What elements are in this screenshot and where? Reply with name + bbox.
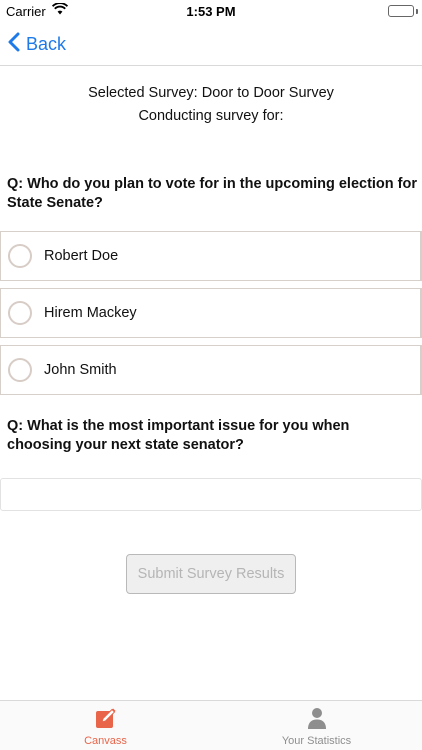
submit-survey-button[interactable]: Submit Survey Results bbox=[126, 554, 296, 594]
question-2-text: Q: What is the most important issue for … bbox=[7, 418, 350, 453]
radio-button-icon[interactable] bbox=[8, 244, 32, 268]
battery-tip bbox=[416, 9, 418, 14]
option-label: John Smith bbox=[44, 362, 117, 378]
status-bar: Carrier 1:53 PM bbox=[0, 0, 422, 22]
answer-option-hirem-mackey[interactable]: Hirem Mackey bbox=[0, 288, 422, 338]
conducting-for-label: Conducting survey for: bbox=[138, 108, 284, 124]
tab-canvass-label: Canvass bbox=[84, 735, 127, 747]
tab-canvass[interactable]: Canvass bbox=[0, 701, 211, 750]
option-label: Hirem Mackey bbox=[44, 305, 137, 321]
question-1-text: Q: Who do you plan to vote for in the up… bbox=[7, 176, 418, 211]
selected-survey-label: Selected Survey: Door to Door Survey bbox=[88, 85, 334, 101]
answer-option-robert-doe[interactable]: Robert Doe bbox=[0, 231, 422, 281]
navigation-bar: Back bbox=[0, 22, 422, 66]
radio-button-icon[interactable] bbox=[8, 301, 32, 325]
radio-button-icon[interactable] bbox=[8, 358, 32, 382]
tab-your-statistics[interactable]: Your Statistics bbox=[211, 701, 422, 750]
back-label: Back bbox=[26, 33, 67, 54]
battery-icon bbox=[388, 5, 414, 17]
clock: 1:53 PM bbox=[186, 4, 236, 19]
back-button[interactable]: Back bbox=[8, 30, 66, 58]
option-label: Robert Doe bbox=[44, 248, 119, 264]
tab-bar: Canvass Your Statistics bbox=[0, 700, 422, 750]
answer-option-john-smith[interactable]: John Smith bbox=[0, 345, 422, 395]
survey-header: Selected Survey: Door to Door Survey Con… bbox=[0, 82, 422, 128]
pencil-square-icon bbox=[94, 706, 118, 730]
tab-your-statistics-label: Your Statistics bbox=[281, 735, 352, 747]
person-icon bbox=[305, 706, 329, 730]
issue-answer-field[interactable] bbox=[0, 478, 422, 511]
chevron-left-icon bbox=[8, 32, 26, 57]
